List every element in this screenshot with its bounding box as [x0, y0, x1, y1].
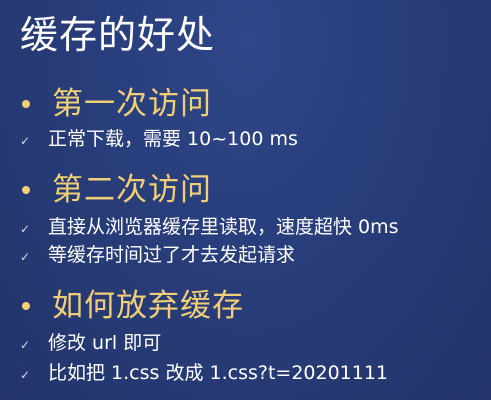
section-heading-text: 如何放弃缓存 — [52, 288, 244, 324]
list-item-text: 修改 url 即可 — [48, 332, 162, 354]
list-item-text: 比如把 1.css 改成 1.css?t=20201111 — [48, 362, 389, 384]
bullet-dot-icon — [22, 100, 30, 108]
bullet-dot-icon — [22, 302, 30, 310]
list-item-text: 等缓存时间过了才去发起请求 — [48, 244, 296, 266]
checkmark-icon: ✓ — [20, 134, 31, 148]
section-heading-first-visit: 第一次访问 — [20, 84, 212, 124]
list-item: ✓ 比如把 1.css 改成 1.css?t=20201111 — [20, 358, 388, 388]
list-item-text: 正常下载，需要 10~100 ms — [48, 128, 298, 150]
section-heading-text: 第一次访问 — [52, 86, 212, 122]
checkmark-icon: ✓ — [20, 338, 31, 352]
slide-title: 缓存的好处 — [20, 13, 216, 57]
list-item: ✓ 修改 url 即可 — [20, 328, 161, 358]
checkmark-icon: ✓ — [20, 250, 31, 264]
bullet-dot-icon — [22, 186, 30, 194]
section-heading-abandon-cache: 如何放弃缓存 — [20, 286, 244, 326]
list-item: ✓ 等缓存时间过了才去发起请求 — [20, 240, 295, 270]
list-item-text: 直接从浏览器缓存里读取，速度超快 0ms — [48, 216, 399, 238]
checkmark-icon: ✓ — [20, 368, 31, 382]
section-heading-second-visit: 第二次访问 — [20, 170, 212, 210]
list-item: ✓ 直接从浏览器缓存里读取，速度超快 0ms — [20, 212, 399, 242]
list-item: ✓ 正常下载，需要 10~100 ms — [20, 124, 298, 154]
slide: 缓存的好处 第一次访问 ✓ 正常下载，需要 10~100 ms 第二次访问 ✓ … — [0, 0, 491, 400]
checkmark-icon: ✓ — [20, 222, 31, 236]
section-heading-text: 第二次访问 — [52, 172, 212, 208]
